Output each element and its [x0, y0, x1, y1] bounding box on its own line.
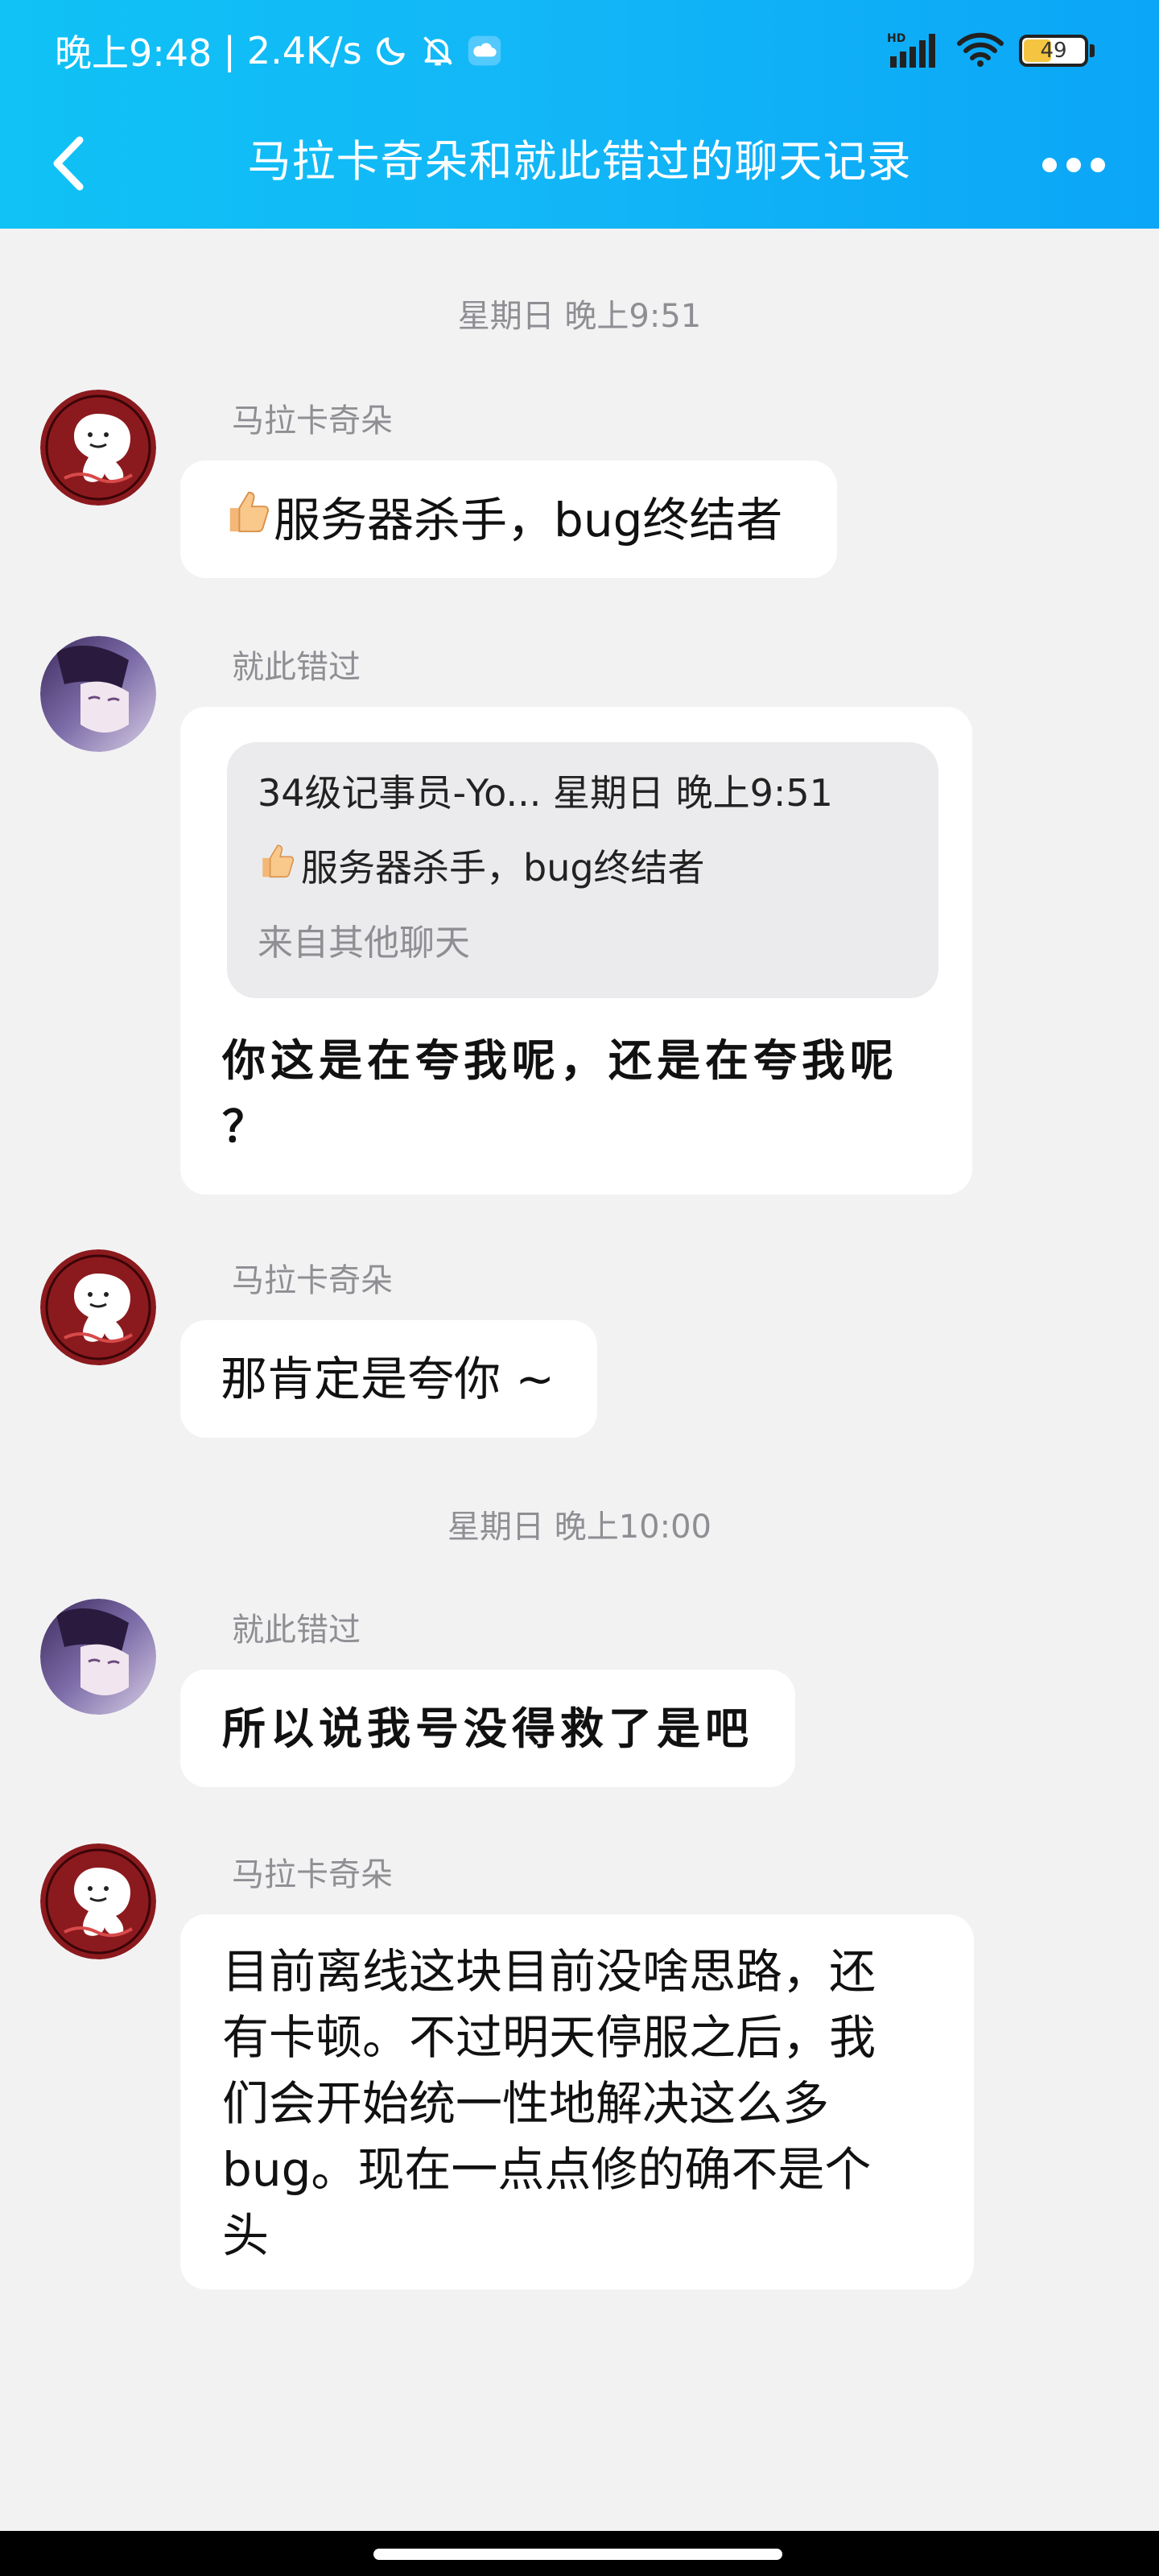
quote-row: 服务器杀手，bug终结者	[258, 840, 908, 894]
signal-icon: HD	[887, 31, 942, 71]
message-bubble[interactable]: 所以说我号没得救了是吧	[180, 1670, 795, 1787]
home-indicator[interactable]	[373, 2549, 782, 2560]
thumbs-up-icon	[258, 840, 298, 894]
timestamp: 星期日 晚上10:00	[448, 1509, 711, 1546]
more-button[interactable]	[1033, 137, 1114, 193]
battery-cap	[1090, 44, 1095, 57]
message-text-block: 你这是在夸我呢，还是在夸我呢 ？	[222, 1027, 947, 1159]
message-text: 你这是在夸我呢，还是在夸我呢	[222, 1034, 898, 1086]
battery-icon: 49	[1019, 35, 1095, 67]
network-speed: 2.4K/s	[246, 29, 362, 72]
message-text: 服务器杀手，bug终结者	[274, 492, 783, 547]
nav-bar: 马拉卡奇朵和就此错过的聊天记录	[0, 105, 1159, 229]
timestamp: 星期日 晚上9:51	[457, 298, 702, 335]
avatar[interactable]	[40, 1843, 156, 1959]
avatar[interactable]	[40, 1599, 156, 1715]
quote-meta: 34级记事员-Yo... 星期日 晚上9:51	[258, 771, 833, 815]
message-line: 目前离线这块目前没啥思路，还	[222, 1944, 876, 1999]
message-item: 马拉卡奇朵 那肯定是夸你 ~	[0, 1249, 1159, 1443]
chat-area[interactable]: 星期日 晚上9:51 马拉卡奇朵 服务器杀手，bug终结者 就此错过 34级记事…	[0, 229, 1159, 2531]
message-bubble[interactable]: 那肯定是夸你 ~	[180, 1320, 597, 1438]
message-item: 马拉卡奇朵 服务器杀手，bug终结者	[0, 390, 1159, 583]
gesture-bar	[0, 2531, 1159, 2576]
message-bubble[interactable]: 34级记事员-Yo... 星期日 晚上9:51 服务器杀手，bug终结者 来自其…	[180, 707, 972, 1195]
battery-body: 49	[1019, 35, 1088, 67]
message-item: 就此错过 所以说我号没得救了是吧	[0, 1599, 1159, 1792]
chat-history-screen: 晚上9:48 | 2.4K/s HD 49 马拉卡奇朵和就此错过的聊天记录 星期…	[0, 0, 1159, 2576]
back-button[interactable]	[40, 129, 97, 201]
quote-source: 来自其他聊天	[258, 923, 470, 964]
more-dot	[1066, 158, 1081, 172]
header: 晚上9:48 | 2.4K/s HD 49 马拉卡奇朵和就此错过的聊天记录	[0, 0, 1159, 229]
status-separator: |	[223, 29, 236, 72]
sender-name: 马拉卡奇朵	[232, 1856, 393, 1893]
sender-name: 就此错过	[232, 1612, 361, 1649]
wifi-icon	[956, 31, 1004, 71]
message-item: 马拉卡奇朵 目前离线这块目前没啥思路，还 有卡顿。不过明天停服之后，我 们会开始…	[0, 1843, 1159, 2294]
avatar[interactable]	[40, 390, 156, 506]
sender-name: 马拉卡奇朵	[232, 402, 393, 440]
thumbs-up-icon	[224, 486, 274, 553]
moon-icon	[373, 33, 409, 68]
message-line: bug。现在一点点修的确不是个	[222, 2142, 872, 2197]
message-line: 头	[222, 2208, 270, 2263]
page-title: 马拉卡奇朵和就此错过的聊天记录	[247, 135, 912, 187]
message-text: ？	[222, 1100, 270, 1152]
message-bubble[interactable]: 目前离线这块目前没啥思路，还 有卡顿。不过明天停服之后，我 们会开始统一性地解决…	[180, 1914, 974, 2289]
message-line: 们会开始统一性地解决这么多	[222, 2076, 830, 2131]
avatar[interactable]	[40, 636, 156, 752]
chevron-left-icon	[51, 135, 86, 195]
message-row: 服务器杀手，bug终结者	[224, 486, 837, 553]
status-bar: 晚上9:48 | 2.4K/s HD 49	[0, 0, 1159, 105]
message-item: 就此错过 34级记事员-Yo... 星期日 晚上9:51 服务器杀手，bug终结…	[0, 636, 1159, 1216]
battery-level: 49	[1040, 39, 1067, 63]
quoted-message[interactable]: 34级记事员-Yo... 星期日 晚上9:51 服务器杀手，bug终结者 来自其…	[227, 742, 938, 998]
status-time: 晚上9:48	[55, 31, 212, 75]
quote-text: 服务器杀手，bug终结者	[301, 845, 705, 890]
message-bubble[interactable]: 服务器杀手，bug终结者	[180, 460, 837, 578]
status-left: 晚上9:48 | 2.4K/s	[55, 23, 502, 79]
message-line: 有卡顿。不过明天停服之后，我	[222, 2010, 876, 2065]
status-right: HD 49	[887, 26, 1095, 76]
message-text: 那肯定是夸你 ~	[221, 1352, 555, 1406]
network-label: HD	[887, 32, 905, 45]
more-dots-icon	[1042, 158, 1057, 172]
more-dot	[1091, 158, 1105, 172]
cloud-icon	[467, 33, 502, 68]
message-text: 所以说我号没得救了是吧	[222, 1703, 753, 1754]
avatar[interactable]	[40, 1249, 156, 1365]
sender-name: 马拉卡奇朵	[232, 1262, 393, 1299]
sender-name: 就此错过	[232, 649, 361, 686]
bell-off-icon	[420, 33, 456, 68]
